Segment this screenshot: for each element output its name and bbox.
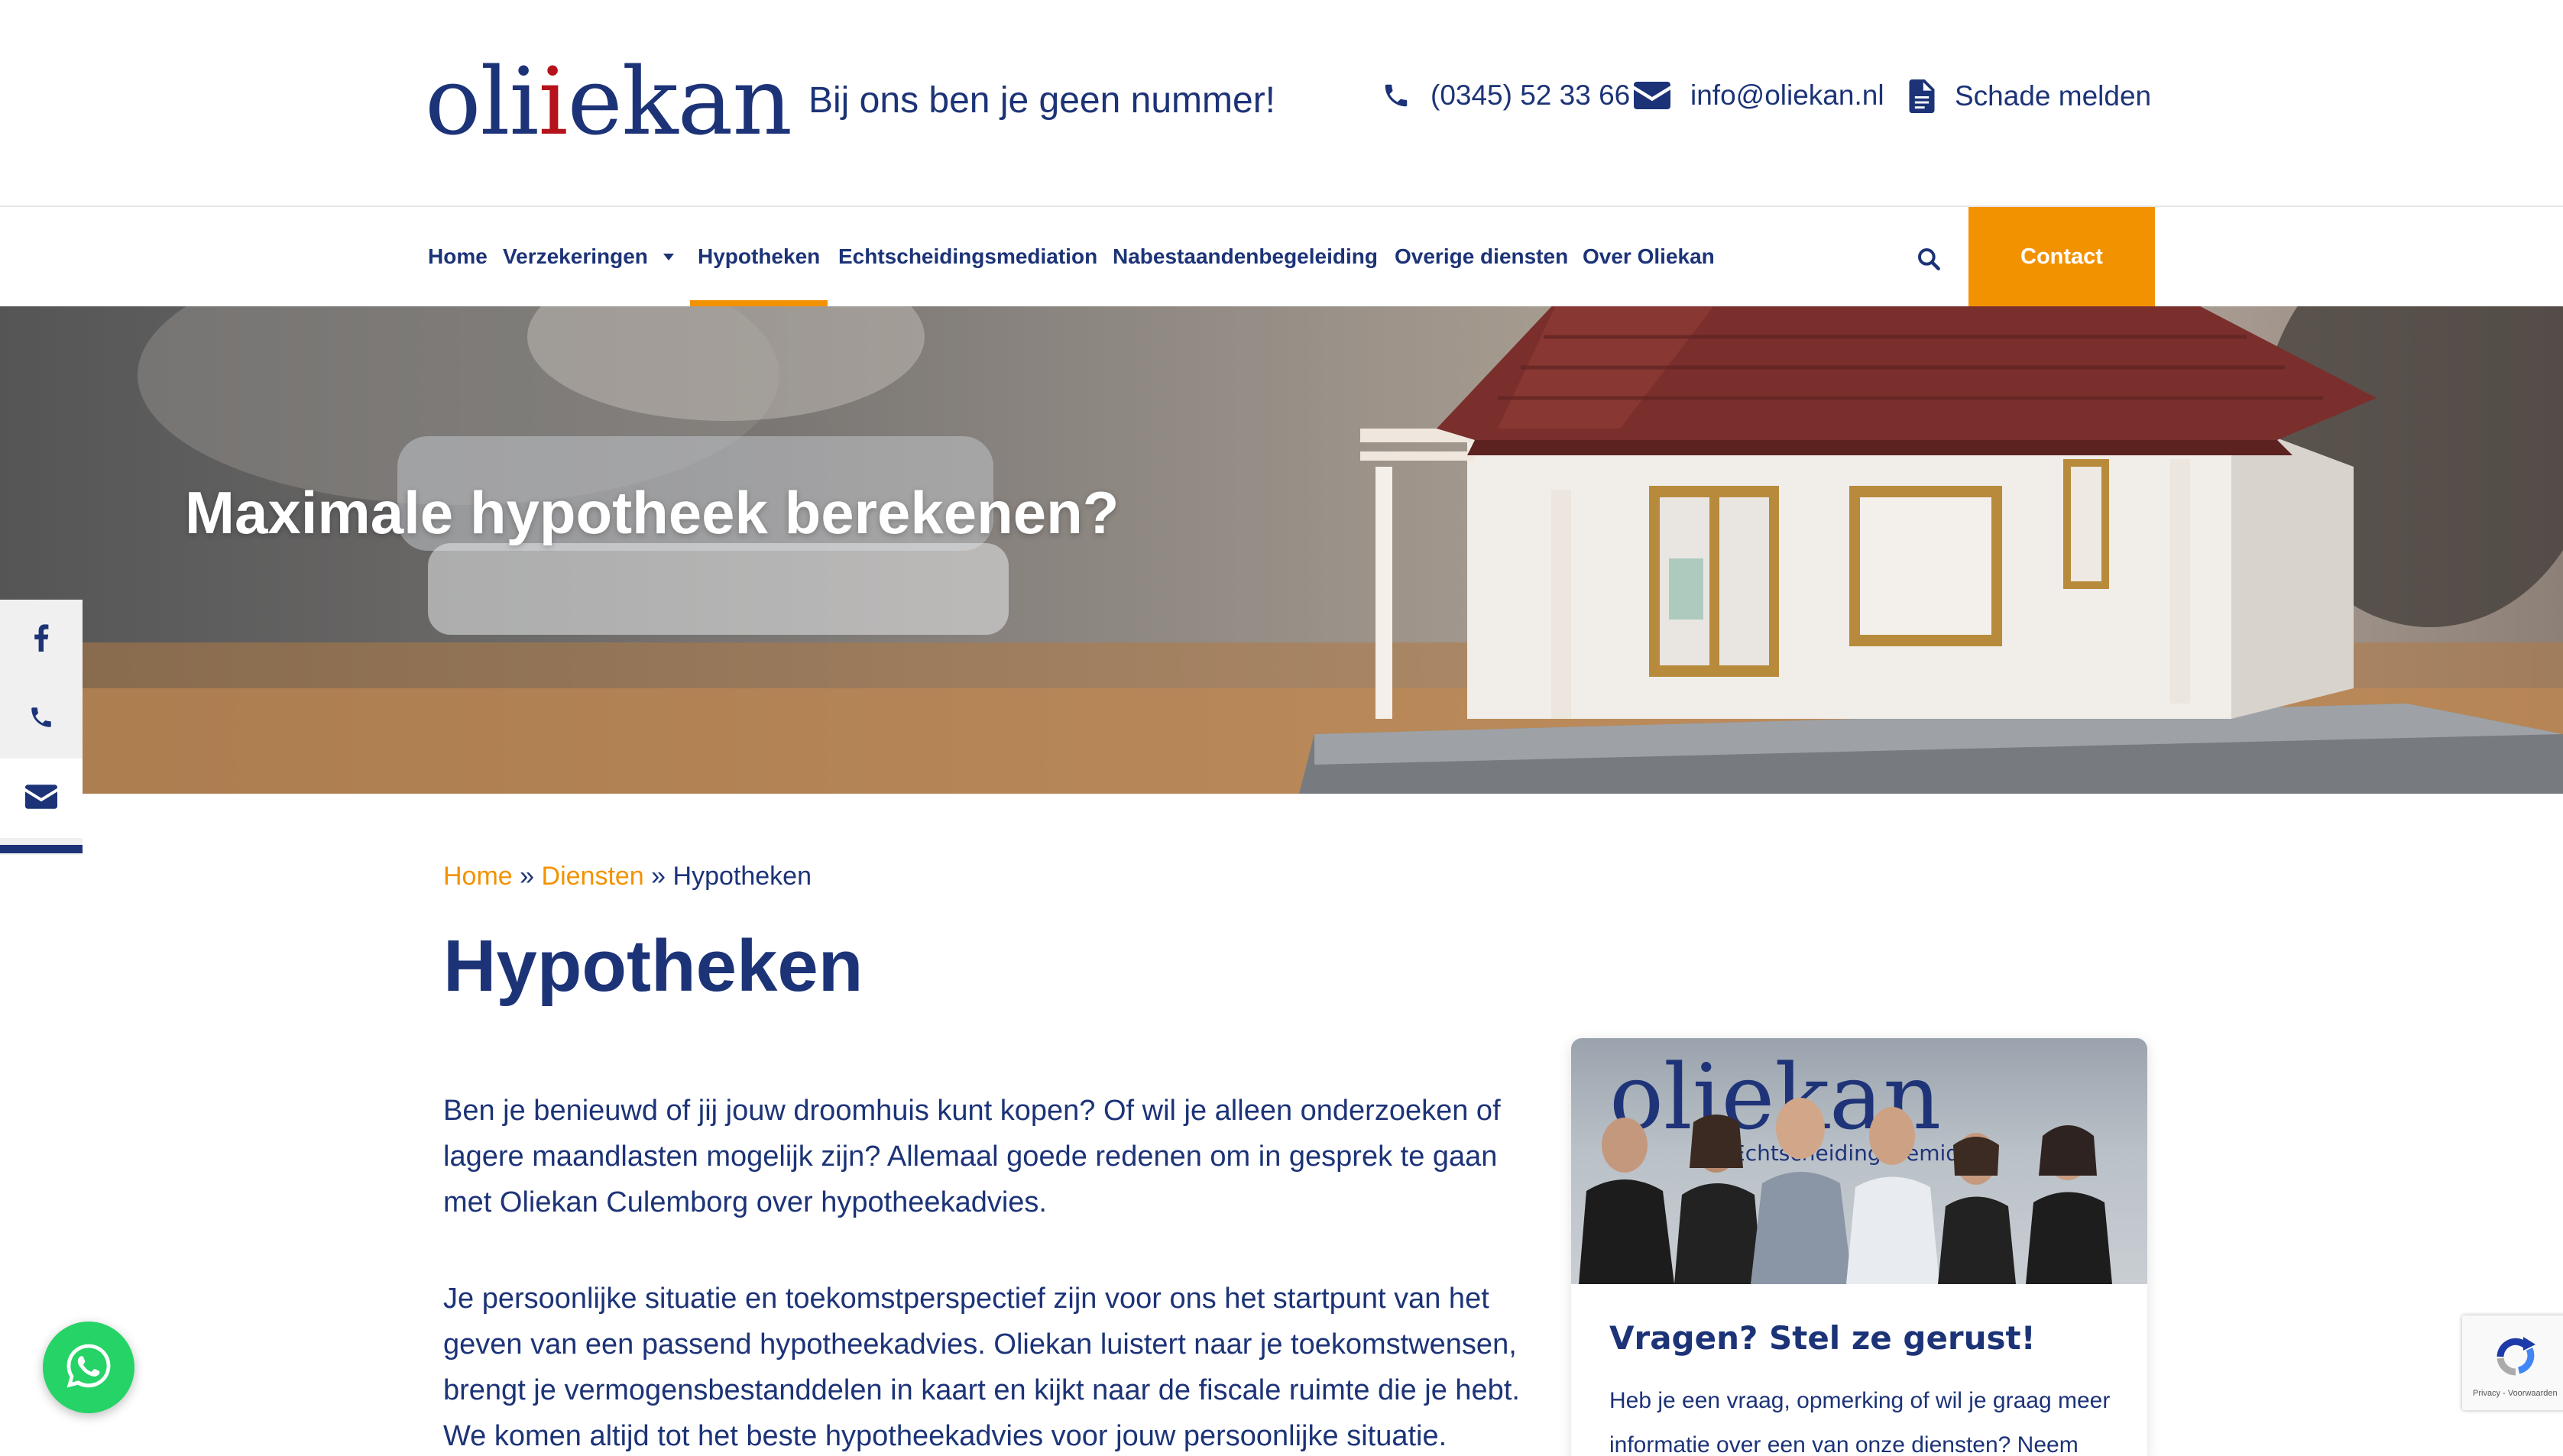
nav-item-hypotheken[interactable]: Hypotheken: [689, 207, 828, 306]
nav-label-echtscheidingsmediation: Echtscheidingsmediation: [838, 244, 1098, 268]
card-title: Vragen? Stel ze gerust!: [1609, 1319, 2036, 1357]
social-sidebar: [0, 600, 83, 855]
nav-item-home[interactable]: Home: [428, 207, 488, 306]
recaptcha-badge[interactable]: Privacy - Voorwaarden: [2462, 1315, 2563, 1410]
nav-label-over-oliekan: Over Oliekan: [1583, 244, 1715, 268]
nav-item-over-oliekan[interactable]: Over Oliekan: [1583, 207, 1715, 306]
document-icon: [1909, 79, 1935, 113]
header-damage-link[interactable]: Schade melden: [1909, 79, 2151, 113]
hero-title: Maximale hypotheek berekenen?: [185, 479, 1119, 546]
logo-red-i: i: [538, 47, 569, 156]
nav-item-verzekeringen[interactable]: Verzekeringen: [503, 207, 674, 306]
nav-item-nabestaandenbegeleiding[interactable]: Nabestaandenbegeleiding: [1113, 207, 1378, 306]
logo-text-end: ekan: [567, 47, 792, 156]
breadcrumb-separator: »: [643, 862, 673, 891]
facebook-share-button[interactable]: [0, 600, 83, 679]
envelope-icon: [25, 784, 57, 813]
phone-icon: [28, 704, 54, 734]
whatsapp-icon: [62, 1339, 115, 1396]
team-photo: oliekan Echtscheidingsbemidd: [1571, 1038, 2147, 1284]
tagline: Bij ons ben je geen nummer!: [808, 80, 1276, 121]
phone-icon: [1382, 81, 1411, 110]
sidebar-active-indicator: [0, 845, 83, 853]
breadcrumb-home-link[interactable]: Home: [443, 862, 513, 891]
nav-item-echtscheidingsmediation[interactable]: Echtscheidingsmediation: [838, 207, 1097, 306]
photo-sign-subtitle: Echtscheidingsbemidd: [1732, 1141, 1973, 1166]
recaptcha-links[interactable]: Privacy - Voorwaarden: [2473, 1389, 2558, 1398]
questions-card: oliekan Echtscheidingsbemidd Vragen? Ste…: [1571, 1038, 2147, 1456]
contact-button[interactable]: Contact: [1968, 207, 2155, 306]
header-email-link[interactable]: info@oliekan.nl: [1634, 79, 1884, 112]
logo-text-start: oli: [425, 47, 539, 156]
nav-label-hypotheken: Hypotheken: [698, 244, 821, 268]
nav-label-verzekeringen: Verzekeringen: [503, 244, 648, 268]
nav-label-nabestaandenbegeleiding: Nabestaandenbegeleiding: [1113, 244, 1378, 268]
whatsapp-button[interactable]: [43, 1322, 134, 1413]
envelope-icon: [1634, 82, 1670, 109]
search-icon[interactable]: [1917, 247, 1941, 271]
caret-down-icon: [663, 253, 674, 260]
breadcrumb-diensten-link[interactable]: Diensten: [542, 862, 644, 891]
header-damage-text: Schade melden: [1955, 80, 2152, 112]
main-navigation: Home Verzekeringen Hypotheken Echtscheid…: [0, 207, 2563, 306]
nav-label-home: Home: [428, 244, 488, 268]
card-text: Heb je een vraag, opmerking of wil je gr…: [1609, 1388, 2111, 1456]
intro-paragraph: Ben je benieuwd of jij jouw droomhuis ku…: [443, 1095, 1501, 1218]
header-phone-text: (0345) 52 33 66: [1431, 79, 1631, 111]
hero-house-image: [0, 306, 2563, 794]
header-email-text: info@oliekan.nl: [1690, 79, 1884, 111]
sidebar-email-button[interactable]: [0, 759, 83, 838]
top-header: oli i ekan Bij ons ben je geen nummer! (03…: [0, 0, 2563, 207]
facebook-icon: [34, 623, 49, 655]
hero-banner: Maximale hypotheek berekenen?: [0, 306, 2563, 794]
page-title: Hypotheken: [443, 925, 864, 1007]
nav-label-overige-diensten: Overige diensten: [1395, 244, 1569, 268]
nav-item-overige-diensten[interactable]: Overige diensten: [1395, 207, 1568, 306]
sidebar-phone-button[interactable]: [0, 679, 83, 759]
oliekan-logo[interactable]: oli i ekan: [425, 47, 792, 156]
breadcrumb-separator: »: [512, 862, 542, 891]
header-phone-link[interactable]: (0345) 52 33 66: [1382, 79, 1630, 112]
breadcrumb: Home » Diensten » Hypotheken: [443, 862, 812, 891]
breadcrumb-current: Hypotheken: [672, 862, 812, 891]
advice-paragraph: Je persoonlijke situatie en toekomstpers…: [443, 1283, 1520, 1452]
